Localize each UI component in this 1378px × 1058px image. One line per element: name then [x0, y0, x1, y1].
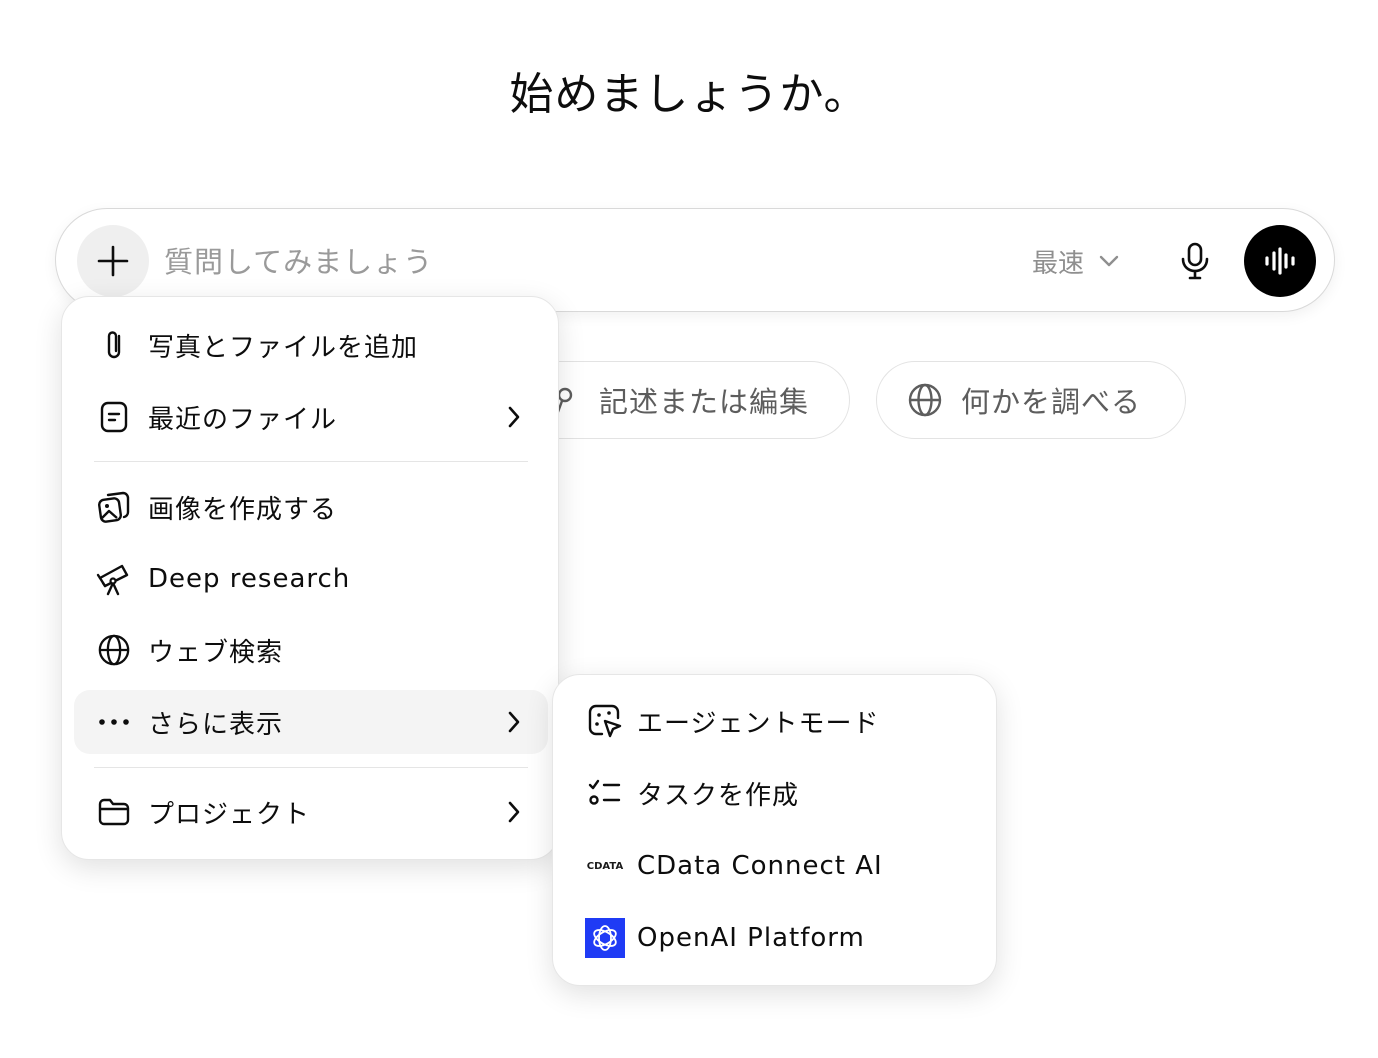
menu-item-label: プロジェクト [148, 799, 311, 830]
submenu-item-label: タスクを作成 [637, 780, 800, 811]
page-title: 始めましょうか。 [509, 69, 869, 120]
dictate-button[interactable] [1171, 237, 1219, 285]
globe-icon [96, 632, 132, 668]
submenu-item-agent-mode[interactable]: エージェントモード [565, 689, 986, 753]
menu-item-label: さらに表示 [148, 709, 284, 740]
telescope-icon [96, 561, 132, 597]
chevron-down-icon [1099, 255, 1119, 267]
menu-item-recent-files[interactable]: 最近のファイル [74, 385, 548, 449]
suggestion-label: 何かを調べる [961, 385, 1142, 419]
submenu-item-label: CData Connect AI [637, 851, 883, 881]
chevron-right-icon [502, 405, 526, 429]
cdata-logo: CDATA [586, 860, 624, 872]
submenu-item-create-task[interactable]: タスクを作成 [565, 761, 986, 825]
waveform-icon [1265, 247, 1295, 275]
prompt-input[interactable] [162, 237, 966, 287]
menu-item-projects[interactable]: プロジェクト [74, 780, 548, 844]
globe-icon [907, 382, 943, 418]
openai-logo-wrap [585, 918, 625, 958]
add-button[interactable] [77, 225, 149, 297]
add-menu: 写真とファイルを追加 最近のファイル 画像を作成する Deep research… [61, 296, 559, 860]
menu-item-more[interactable]: さらに表示 [74, 690, 548, 754]
menu-item-label: Deep research [148, 564, 351, 594]
menu-item-deep-research[interactable]: Deep research [74, 547, 548, 611]
folder-icon [96, 794, 132, 830]
menu-item-create-image[interactable]: 画像を作成する [74, 475, 548, 539]
chevron-right-icon [502, 800, 526, 824]
page: 始めましょうか。 最速 [0, 0, 1378, 1058]
agent-icon [585, 701, 625, 741]
microphone-icon [1181, 242, 1209, 280]
task-list-icon [585, 773, 625, 813]
file-icon [96, 399, 132, 435]
submenu-item-openai-platform[interactable]: OpenAI Platform [565, 906, 986, 970]
plus-icon [97, 245, 129, 277]
submenu-item-label: OpenAI Platform [637, 923, 865, 953]
model-selector[interactable]: 最速 [1032, 239, 1120, 283]
paperclip-icon [96, 327, 132, 363]
submenu-item-cdata[interactable]: CDATA CData Connect AI [565, 834, 986, 898]
menu-item-label: 画像を作成する [148, 494, 338, 525]
menu-divider [94, 767, 528, 768]
image-icon [96, 489, 132, 525]
menu-divider [94, 461, 528, 462]
more-submenu: エージェントモード タスクを作成 CDATA CData Connect AI [552, 674, 997, 986]
more-icon [96, 704, 132, 740]
suggestion-research[interactable]: 何かを調べる [876, 361, 1186, 439]
model-label: 最速 [1032, 248, 1085, 279]
chevron-right-icon [502, 710, 526, 734]
menu-item-label: 最近のファイル [148, 404, 338, 435]
menu-item-add-files[interactable]: 写真とファイルを追加 [74, 313, 548, 377]
submenu-item-label: エージェントモード [637, 708, 880, 739]
menu-item-label: 写真とファイルを追加 [148, 332, 419, 363]
openai-logo [585, 918, 625, 958]
menu-item-label: ウェブ検索 [148, 637, 284, 668]
voice-mode-button[interactable] [1244, 225, 1316, 297]
suggestion-label: 記述または編集 [599, 385, 810, 419]
menu-item-web-search[interactable]: ウェブ検索 [74, 618, 548, 682]
